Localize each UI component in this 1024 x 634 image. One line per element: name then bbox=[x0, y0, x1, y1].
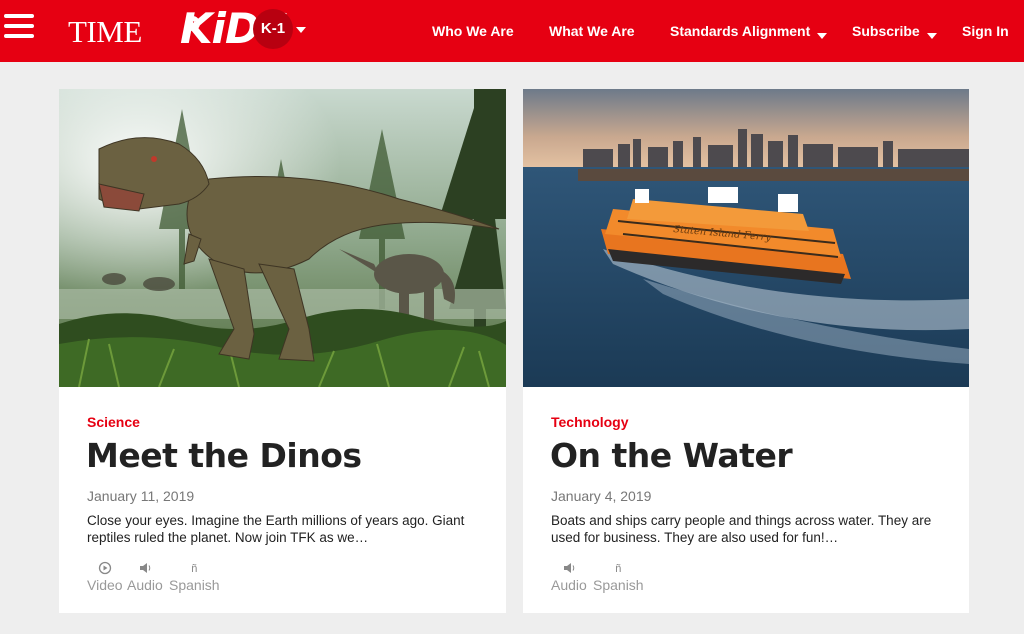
time-for-kids-logo[interactable]: TIME for KiDS bbox=[68, 4, 289, 54]
logo-time-text: TIME bbox=[68, 14, 142, 49]
audio-label: Audio bbox=[551, 577, 587, 593]
spanish-label: Spanish bbox=[593, 577, 644, 593]
article-card-water[interactable]: Staten Island Ferry Technology On the Wa… bbox=[523, 89, 969, 613]
nav-sign-in[interactable]: Sign In bbox=[962, 23, 1009, 39]
spanish-link[interactable]: ñ Spanish bbox=[169, 561, 220, 593]
play-circle-icon bbox=[87, 561, 123, 577]
spanish-label: Spanish bbox=[169, 577, 220, 593]
standards-chevron-down-icon[interactable] bbox=[817, 33, 827, 39]
subscribe-chevron-down-icon[interactable] bbox=[927, 33, 937, 39]
speaker-icon bbox=[127, 561, 163, 577]
nav-what-we-are[interactable]: What We Are bbox=[549, 23, 635, 39]
audio-label: Audio bbox=[127, 577, 163, 593]
article-image-ferry[interactable]: Staten Island Ferry bbox=[523, 89, 969, 387]
article-category[interactable]: Technology bbox=[551, 414, 629, 430]
nav-subscribe[interactable]: Subscribe bbox=[852, 23, 920, 39]
video-link[interactable]: Video bbox=[87, 561, 123, 593]
enye-icon: ñ bbox=[615, 563, 622, 575]
article-image-dinosaurs[interactable] bbox=[59, 89, 506, 387]
grade-selector[interactable]: K-1 bbox=[253, 9, 293, 49]
article-date: January 11, 2019 bbox=[87, 488, 195, 504]
enye-icon: ñ bbox=[191, 563, 198, 575]
audio-link[interactable]: Audio bbox=[551, 561, 587, 593]
grade-chevron-down-icon[interactable] bbox=[296, 27, 306, 33]
article-summary: Close your eyes. Imagine the Earth milli… bbox=[87, 513, 465, 545]
article-card-dinos[interactable]: Science Meet the Dinos January 11, 2019 … bbox=[59, 89, 506, 613]
speaker-icon bbox=[551, 561, 587, 577]
article-category[interactable]: Science bbox=[87, 414, 140, 430]
audio-link[interactable]: Audio bbox=[127, 561, 163, 593]
menu-icon[interactable] bbox=[4, 14, 34, 40]
article-title[interactable]: On the Water bbox=[550, 436, 793, 475]
nav-who-we-are[interactable]: Who We Are bbox=[432, 23, 514, 39]
nav-standards-alignment[interactable]: Standards Alignment bbox=[670, 23, 810, 39]
article-date: January 4, 2019 bbox=[551, 488, 652, 504]
article-summary: Boats and ships carry people and things … bbox=[551, 513, 932, 545]
article-title[interactable]: Meet the Dinos bbox=[86, 436, 362, 475]
spanish-link[interactable]: ñ Spanish bbox=[593, 561, 644, 593]
video-label: Video bbox=[87, 577, 123, 593]
top-navigation-bar: TIME for KiDS K-1 Who We Are What We Are… bbox=[0, 0, 1024, 62]
